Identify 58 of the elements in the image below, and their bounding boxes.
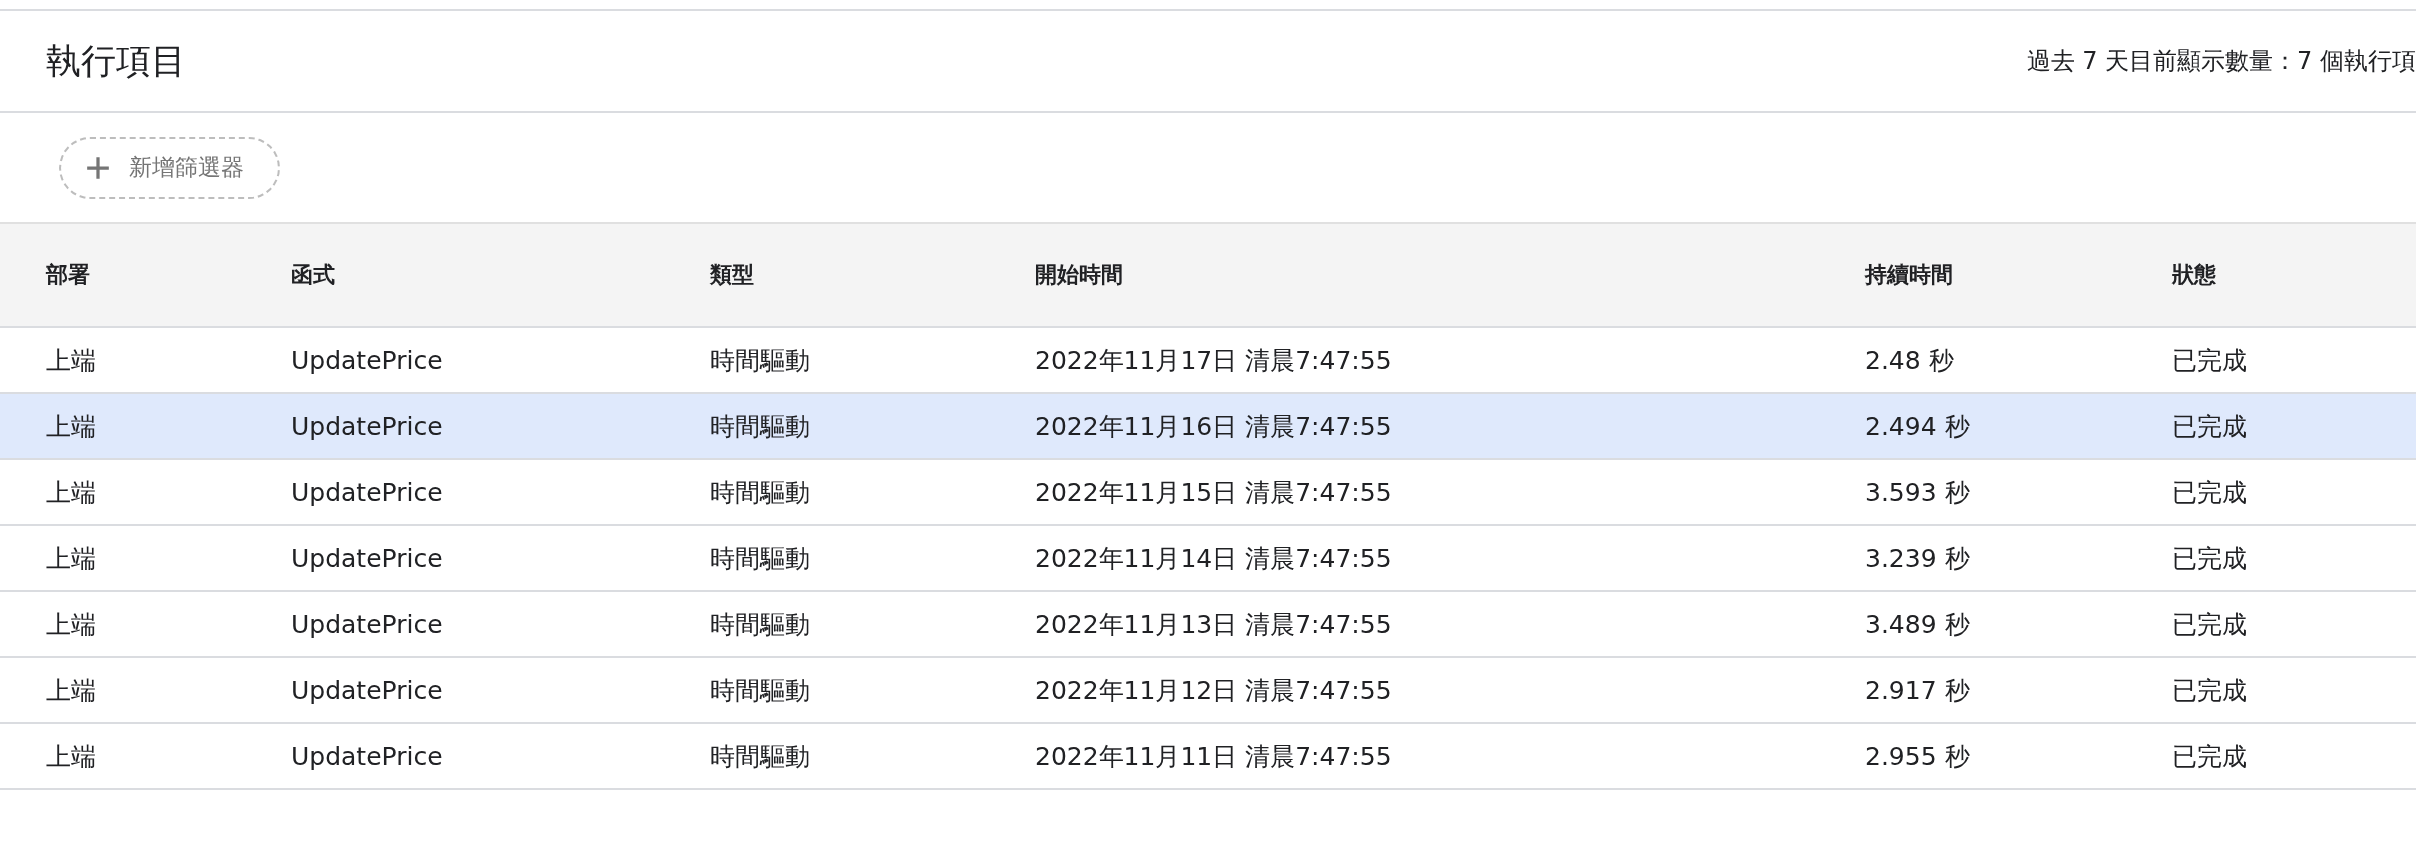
table-cell-text: 上端 <box>46 344 96 377</box>
table-cell-text: 2.917 秒 <box>1865 674 1970 707</box>
table-cell-text: 2022年11月17日 清晨7:47:55 <box>1035 344 1392 377</box>
table-cell-text: 已完成 <box>2172 674 2247 707</box>
table-cell-text: 3.593 秒 <box>1865 476 1970 509</box>
table-cell-text: 已完成 <box>2172 344 2247 377</box>
table-cell-text: 時間驅動 <box>710 410 810 443</box>
result-count: 過去 7 天目前顯示數量：7 個執行項 <box>2026 46 2416 77</box>
table-cell-text: 時間驅動 <box>710 476 810 509</box>
table-cell-text: 3.239 秒 <box>1865 542 1970 575</box>
column-header[interactable]: 函式 <box>291 260 335 290</box>
page-title: 執行項目 <box>46 39 186 83</box>
table-cell-text: 已完成 <box>2172 542 2247 575</box>
table-cell-text: 已完成 <box>2172 410 2247 443</box>
table-cell-text: 2022年11月12日 清晨7:47:55 <box>1035 674 1392 707</box>
table-cell-text: 上端 <box>46 608 96 641</box>
table-cell: UpdatePrice <box>291 345 443 375</box>
table-cell-text: 2022年11月15日 清晨7:47:55 <box>1035 476 1392 509</box>
table-cell-text: 2.48 秒 <box>1865 344 1954 377</box>
table-row[interactable]: 上端 UpdatePrice 時間驅動 2022年11月13日 清晨7:47:55 3.489 秒 已完成 <box>0 592 2416 658</box>
table-row[interactable]: 上端 UpdatePrice 時間驅動 2022年11月16日 清晨7:47:55 2.494 秒 已完成 <box>0 394 2416 460</box>
table-cell: UpdatePrice <box>291 675 443 705</box>
table-cell-text: 上端 <box>46 542 96 575</box>
table-cell: UpdatePrice <box>291 609 443 639</box>
table-cell-text: 時間驅動 <box>710 608 810 641</box>
table-cell-text: 3.489 秒 <box>1865 608 1970 641</box>
table-cell-text: 已完成 <box>2172 476 2247 509</box>
table-row[interactable]: 上端 UpdatePrice 時間驅動 2022年11月11日 清晨7:47:55 2.955 秒 已完成 <box>0 724 2416 790</box>
plus-icon <box>85 154 111 181</box>
table-cell-text: 時間驅動 <box>710 674 810 707</box>
table-cell-text: 上端 <box>46 476 96 509</box>
table-cell-text: 已完成 <box>2172 608 2247 641</box>
add-filter-button[interactable]: 新增篩選器 <box>59 136 280 199</box>
column-header[interactable]: 狀態 <box>2172 260 2216 290</box>
column-header[interactable]: 類型 <box>710 260 754 290</box>
table-cell-text: 2022年11月14日 清晨7:47:55 <box>1035 542 1392 575</box>
table-cell-text: 上端 <box>46 674 96 707</box>
table-cell: UpdatePrice <box>291 477 443 507</box>
table-cell-text: 上端 <box>46 740 96 773</box>
table-row[interactable]: 上端 UpdatePrice 時間驅動 2022年11月12日 清晨7:47:55 2.917 秒 已完成 <box>0 658 2416 724</box>
table-cell: UpdatePrice <box>291 543 443 573</box>
column-header[interactable]: 部署 <box>46 260 90 290</box>
table-cell-text: 2.955 秒 <box>1865 740 1970 773</box>
column-header[interactable]: 開始時間 <box>1035 260 1123 290</box>
table-cell: UpdatePrice <box>291 741 443 771</box>
table-cell: UpdatePrice <box>291 411 443 441</box>
table-cell-text: 已完成 <box>2172 740 2247 773</box>
table-cell-text: 2022年11月11日 清晨7:47:55 <box>1035 740 1392 773</box>
table-row[interactable]: 上端 UpdatePrice 時間驅動 2022年11月15日 清晨7:47:55 3.593 秒 已完成 <box>0 460 2416 526</box>
table-cell-text: 2.494 秒 <box>1865 410 1970 443</box>
table-cell-text: 上端 <box>46 410 96 443</box>
table-cell-text: 時間驅動 <box>710 344 810 377</box>
table-cell-text: 2022年11月16日 清晨7:47:55 <box>1035 410 1392 443</box>
column-header[interactable]: 持續時間 <box>1865 260 1953 290</box>
table-cell-text: 時間驅動 <box>710 542 810 575</box>
table-row[interactable]: 上端 UpdatePrice 時間驅動 2022年11月14日 清晨7:47:55 3.239 秒 已完成 <box>0 526 2416 592</box>
table-cell-text: 時間驅動 <box>710 740 810 773</box>
table-cell-text: 2022年11月13日 清晨7:47:55 <box>1035 608 1392 641</box>
